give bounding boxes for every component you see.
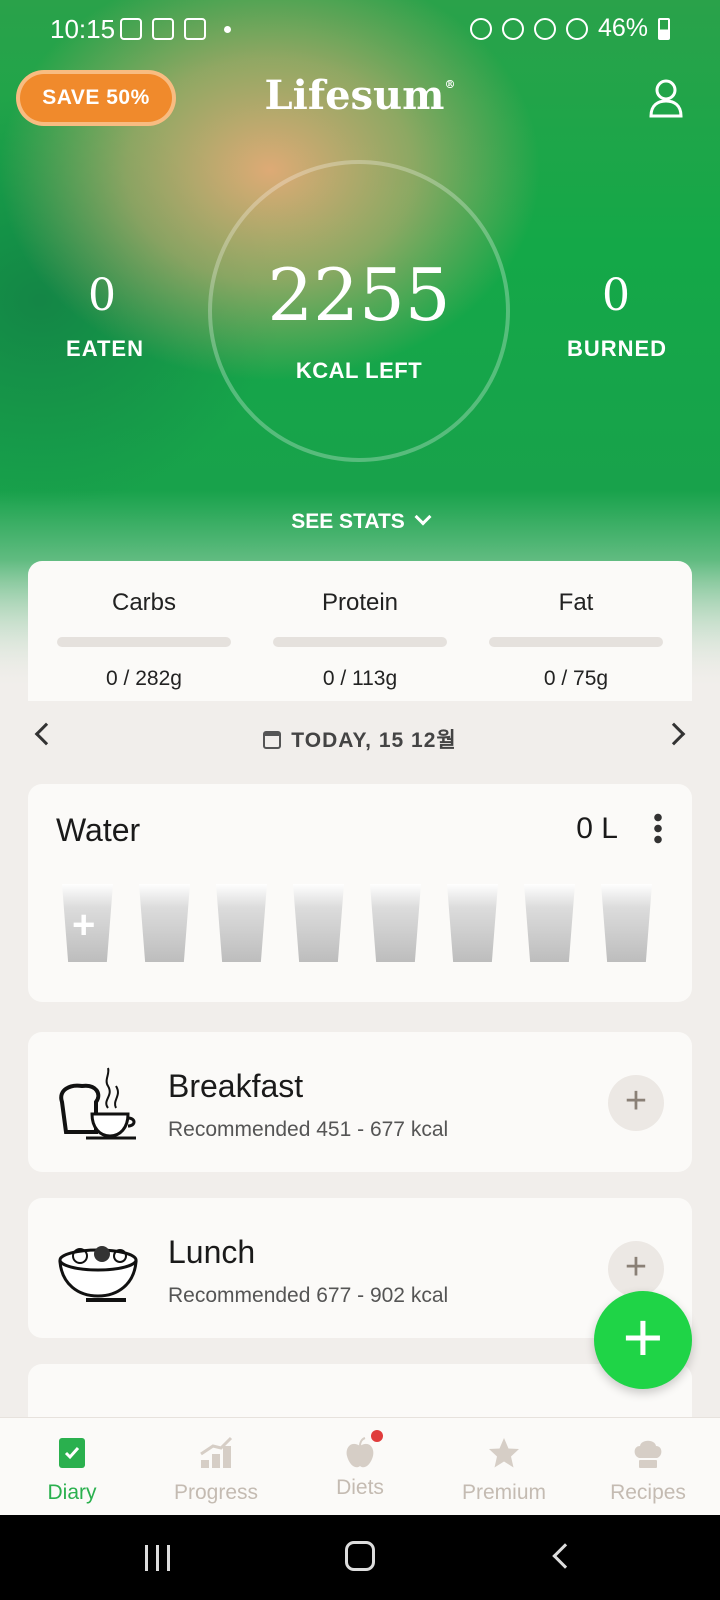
see-stats-button[interactable]: SEE STATS [260,508,460,534]
meal-title: Breakfast [168,1068,304,1104]
macros-card: Carbs 0 / 282g Protein 0 / 113g Fat 0 / … [28,561,692,701]
nav-label: Recipes [610,1481,686,1504]
nav-item-diets[interactable]: Diets [288,1418,432,1515]
burned-value: 0 [602,270,630,321]
meal-card-dinner[interactable] [28,1364,692,1424]
more-notifications-icon [224,25,231,33]
nav-item-recipes[interactable]: Recipes [576,1418,720,1515]
water-glass[interactable] [216,884,267,962]
macro-carbs: Carbs 0 / 282g [44,561,244,691]
nav-label: Progress [173,1481,259,1504]
water-glass[interactable] [139,884,190,962]
macro-name: Protein [321,589,399,616]
wifi-icon [533,17,556,40]
plus-icon: + [72,903,96,947]
water-glass[interactable] [447,884,498,962]
macro-progress-bar [489,637,663,647]
nav-item-progress[interactable]: Progress [144,1418,288,1515]
battery-icon [658,17,670,40]
macro-fat: Fat 0 / 75g [476,561,676,691]
quick-add-button[interactable]: + [594,1291,692,1389]
kcal-left-label: KCAL LEFT [295,358,423,383]
calendar-icon [263,731,282,749]
notification-badge [371,1430,383,1442]
macro-progress-bar [273,637,447,647]
alarm-icon [469,17,492,40]
profile-icon[interactable] [648,78,684,118]
date-text: TODAY, 15 12월 [291,729,457,752]
chef-hat-icon [634,1440,662,1468]
meal-recommendation: Recommended 451 - 677 kcal [168,1118,449,1141]
date-navigator: TODAY, 15 12월 [0,716,720,756]
nav-label: Diary [47,1481,97,1504]
water-glass[interactable] [524,884,575,962]
burned-label: BURNED [566,336,668,361]
meal-card-lunch[interactable]: Lunch Recommended 677 - 902 kcal + [28,1198,692,1338]
macro-value: 0 / 75g [543,667,609,690]
chevron-down-icon [414,508,432,526]
lunch-icon [58,1246,138,1302]
water-glass[interactable] [601,884,652,962]
diary-icon [59,1438,85,1468]
macro-name: Fat [558,589,594,616]
status-time: 10:15 [50,14,116,44]
nav-label: Premium [461,1481,546,1504]
logo-registered-mark: ® [444,78,456,91]
save-50-button[interactable]: SAVE 50% [16,70,176,126]
macro-protein: Protein 0 / 113g [260,561,460,691]
gallery-notification-icon [152,18,174,40]
meal-title: Lunch [168,1234,256,1270]
kcal-left-value: 2255 [267,253,451,337]
bottom-nav: Diary Progress Diets Premium Recipes [0,1417,720,1515]
water-glasses: + [62,884,652,962]
nav-item-diary[interactable]: Diary [0,1418,144,1515]
star-icon [489,1438,519,1468]
mute-icon [501,17,524,40]
meal-recommendation: Recommended 677 - 902 kcal [168,1284,449,1307]
progress-icon [200,1436,233,1468]
breakfast-icon [59,1067,136,1140]
macro-name: Carbs [111,589,177,616]
see-stats-label: SEE STATS [291,510,405,533]
water-title: Water [56,812,141,848]
water-card: Water 0 L + [28,784,692,1002]
add-lunch-button[interactable]: + [608,1241,664,1297]
battery-percent: 46% [597,14,648,42]
back-icon[interactable] [552,1543,578,1569]
date-label[interactable]: TODAY, 15 12월 [0,724,720,754]
eaten-label: EATEN [66,336,144,361]
logo-text: Lifesum [264,72,445,119]
more-options-icon[interactable] [654,812,662,844]
eaten-value: 0 [88,270,116,321]
macro-progress-bar [57,637,231,647]
mail-notification-icon [120,18,142,40]
diets-icon [343,1430,383,1470]
add-breakfast-button[interactable]: + [608,1075,664,1131]
home-icon[interactable] [345,1541,375,1571]
water-glass[interactable] [293,884,344,962]
status-bar: 10:15 46% [0,0,720,60]
meal-card-breakfast[interactable]: Breakfast Recommended 451 - 677 kcal + [28,1032,692,1172]
signal-icon [565,17,588,40]
water-glass-add[interactable]: + [62,884,113,962]
instagram-notification-icon [184,18,206,40]
macro-value: 0 / 282g [106,667,182,690]
recent-apps-icon[interactable] [145,1545,173,1571]
system-navigation-bar [0,1515,720,1600]
nav-label: Diets [336,1476,384,1499]
water-glass[interactable] [370,884,421,962]
nav-item-premium[interactable]: Premium [432,1418,576,1515]
app-logo: Lifesum® [230,72,490,119]
macro-value: 0 / 113g [322,667,398,690]
water-amount: 0 L [576,812,618,845]
